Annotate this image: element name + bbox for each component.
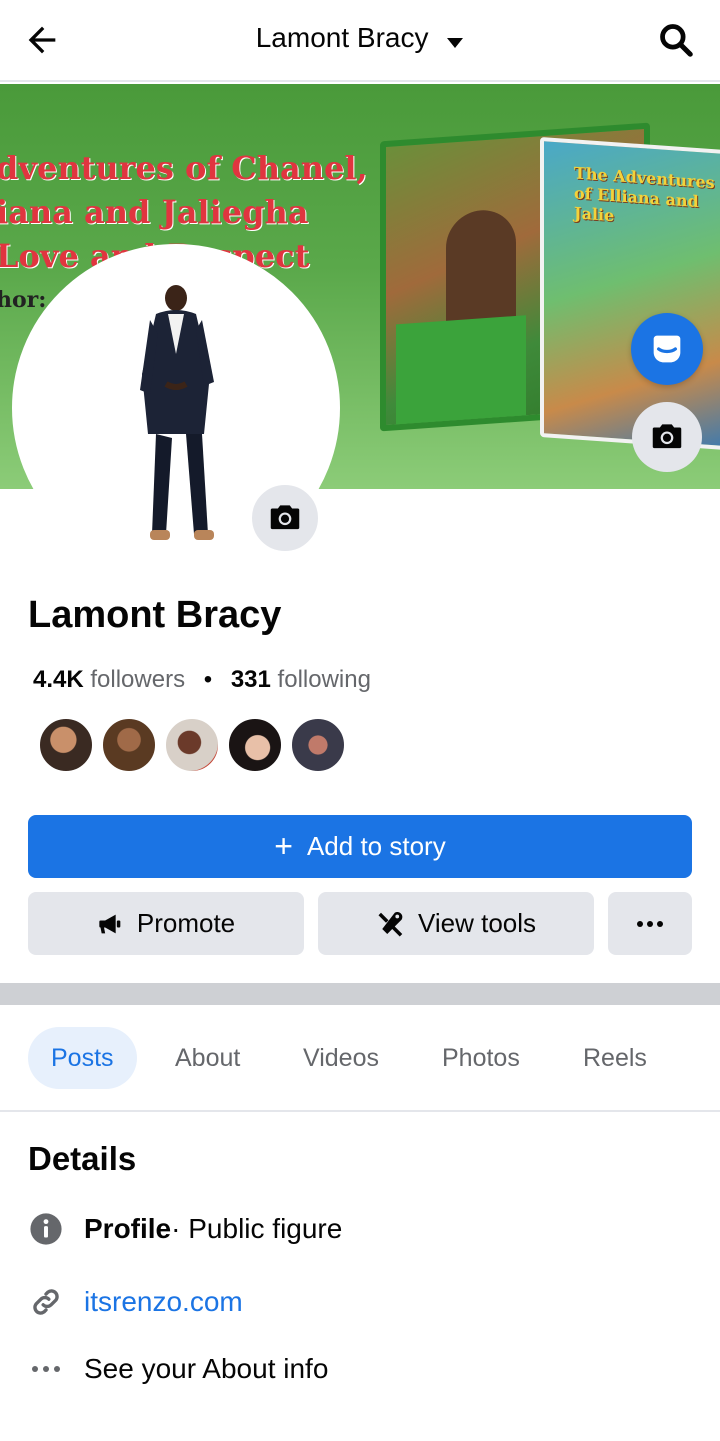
tab-reels[interactable]: Reels — [560, 1027, 670, 1089]
link-icon — [28, 1284, 64, 1320]
caret-down-icon — [446, 24, 464, 56]
profile-name: Lamont Bracy — [28, 594, 282, 636]
detail-website[interactable]: itsrenzo.com — [28, 1282, 243, 1322]
tools-icon — [376, 909, 406, 939]
following-link[interactable]: 331 following — [231, 666, 371, 693]
avatar — [227, 717, 283, 773]
tab-photos[interactable]: Photos — [419, 1027, 543, 1089]
tab-about[interactable]: About — [152, 1027, 263, 1089]
search-icon — [660, 24, 693, 57]
avatar — [38, 717, 94, 773]
follow-stats: 4.4K followers • 331 following — [33, 666, 371, 693]
tab-videos[interactable]: Videos — [280, 1027, 402, 1089]
details-heading: Details — [28, 1140, 137, 1177]
detail-profile-category: Profile · Public figure — [28, 1209, 342, 1249]
follower-avatars[interactable] — [38, 717, 353, 773]
book-cover: The Adventures of Elliana and Jalie — [540, 137, 720, 451]
edit-cover-button[interactable] — [632, 402, 702, 472]
camera-icon — [270, 505, 300, 530]
edit-profile-picture-button[interactable] — [249, 482, 321, 554]
followers-link[interactable]: 4.4K followers — [33, 666, 185, 693]
tabs-divider — [0, 1110, 720, 1112]
messenger-button[interactable] — [631, 313, 703, 385]
more-options-button[interactable] — [608, 892, 692, 955]
camera-icon — [652, 424, 682, 449]
view-tools-button[interactable]: View tools — [318, 892, 594, 955]
avatar — [164, 717, 220, 773]
plus-icon: + — [274, 828, 293, 864]
website-link[interactable]: itsrenzo.com — [84, 1286, 243, 1318]
page-title: Lamont Bracy — [255, 22, 429, 53]
more-horizontal-icon — [28, 1351, 64, 1387]
megaphone-icon — [97, 910, 125, 938]
more-horizontal-icon — [637, 920, 663, 927]
tab-posts[interactable]: Posts — [28, 1027, 137, 1089]
profile-switcher[interactable]: Lamont Bracy — [0, 22, 720, 56]
promote-button[interactable]: Promote — [28, 892, 304, 955]
avatar — [290, 717, 346, 773]
profile-tabs: Posts About Videos Photos Reels — [0, 1027, 720, 1091]
avatar — [101, 717, 157, 773]
search-button[interactable] — [654, 18, 698, 62]
top-bar: Lamont Bracy — [0, 0, 720, 82]
add-to-story-button[interactable]: + Add to story — [28, 815, 692, 878]
section-divider — [0, 983, 720, 1005]
info-icon — [28, 1211, 64, 1247]
messenger-icon — [653, 335, 681, 363]
detail-about-info[interactable]: See your About info — [28, 1349, 328, 1389]
